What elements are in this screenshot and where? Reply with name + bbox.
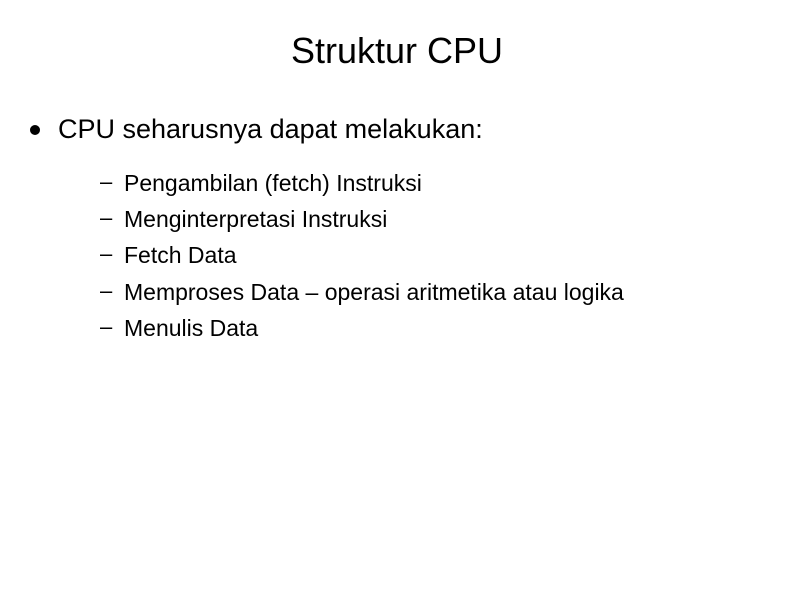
sub-bullet-text: Menginterpretasi Instruksi — [124, 203, 387, 235]
dash-icon: – — [100, 167, 112, 198]
bullet-marker-icon — [30, 125, 40, 135]
sub-bullet-list: – Pengambilan (fetch) Instruksi – Mengin… — [30, 167, 764, 344]
list-item: – Menginterpretasi Instruksi — [100, 203, 764, 235]
sub-bullet-text: Pengambilan (fetch) Instruksi — [124, 167, 422, 199]
list-item: – Fetch Data — [100, 239, 764, 271]
sub-bullet-text: Menulis Data — [124, 312, 258, 344]
list-item: – Pengambilan (fetch) Instruksi — [100, 167, 764, 199]
slide-title: Struktur CPU — [0, 0, 794, 112]
main-bullet-text: CPU seharusnya dapat melakukan: — [58, 112, 483, 147]
list-item: – Menulis Data — [100, 312, 764, 344]
dash-icon: – — [100, 276, 112, 307]
dash-icon: – — [100, 203, 112, 234]
dash-icon: – — [100, 239, 112, 270]
dash-icon: – — [100, 312, 112, 343]
sub-bullet-text: Fetch Data — [124, 239, 237, 271]
main-bullet: CPU seharusnya dapat melakukan: — [30, 112, 764, 147]
sub-bullet-text: Memproses Data – operasi aritmetika atau… — [124, 276, 624, 308]
list-item: – Memproses Data – operasi aritmetika at… — [100, 276, 764, 308]
slide-content: CPU seharusnya dapat melakukan: – Pengam… — [0, 112, 794, 344]
